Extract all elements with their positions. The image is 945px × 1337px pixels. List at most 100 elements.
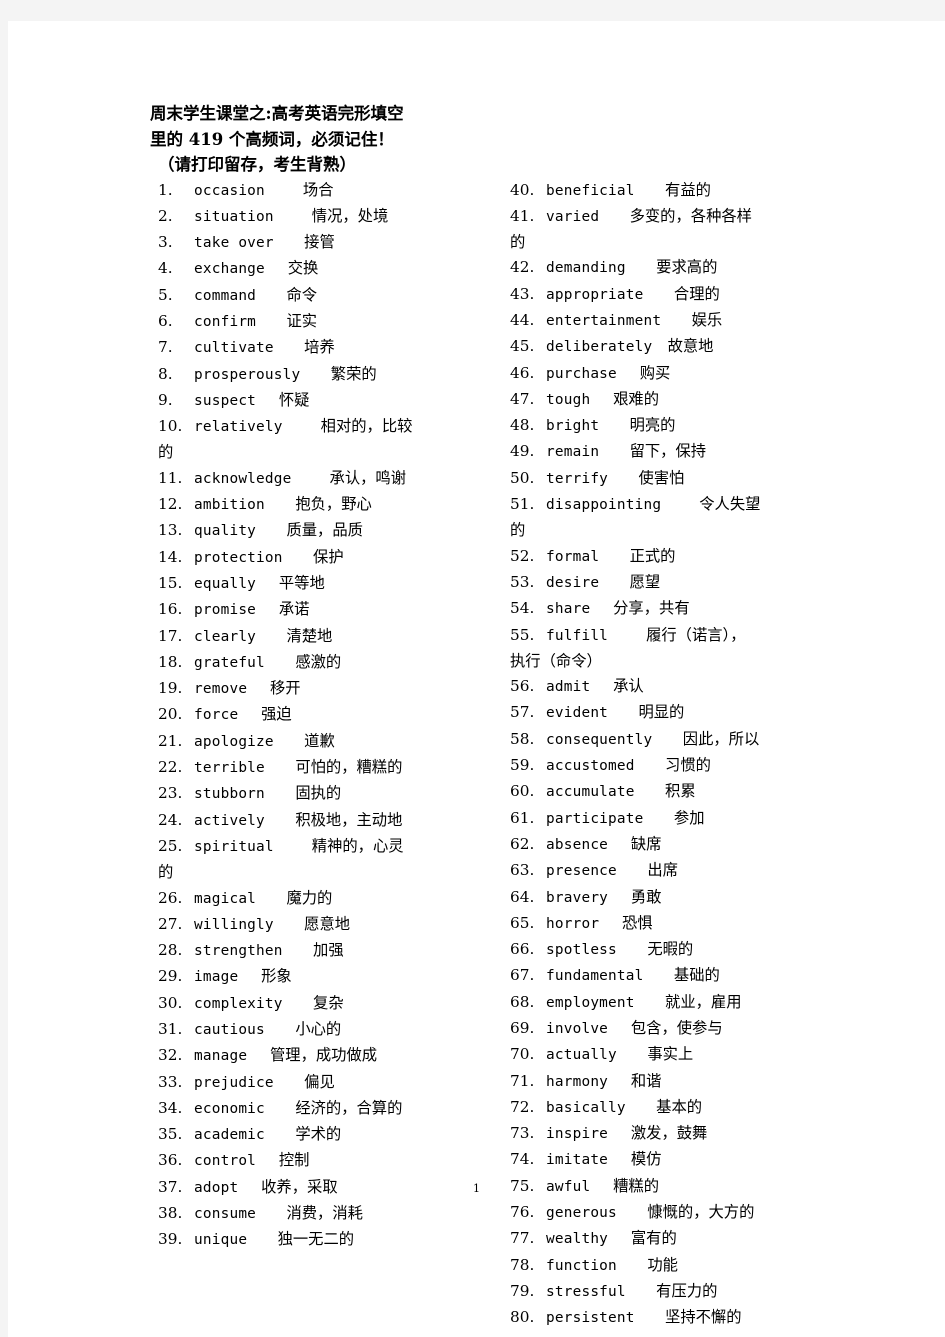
entry-word: acknowledge (194, 470, 292, 487)
entry-word: entertainment (546, 312, 662, 329)
entry-word: formal (546, 548, 600, 565)
vocabulary-entry: 5. command 命令 (158, 283, 488, 309)
vocabulary-entry: 73. inspire 激发，鼓舞 (510, 1121, 840, 1147)
entry-number: 14. (158, 547, 183, 566)
entry-meaning: 分享，共有 (613, 599, 690, 618)
vocabulary-entry: 54. share 分享，共有 (510, 596, 840, 622)
entry-meaning: 多变的，各种各样 (629, 206, 752, 225)
entry-meaning: 管理，成功做成 (269, 1046, 378, 1065)
entry-number: 33. (158, 1072, 183, 1091)
entry-meaning: 明显的 (638, 703, 685, 722)
entry-number: 9. (158, 390, 173, 409)
entry-meaning: 出席 (647, 861, 678, 880)
entry-number: 74. (510, 1150, 535, 1169)
entry-number: 72. (510, 1097, 535, 1116)
vocabulary-entry: 6. confirm 证实 (158, 309, 488, 335)
entry-word: take over (194, 235, 274, 252)
entry-meaning: 感激的 (295, 652, 342, 671)
entry-word: prejudice (194, 1074, 274, 1091)
entry-meaning: 情况，处境 (311, 206, 389, 225)
entry-word: equally (194, 575, 257, 592)
document-page: 周末学生课堂之:高考英语完形填空 里的 419 个高频词，必须记住！ （请打印留… (8, 21, 945, 1337)
entry-number: 42. (510, 258, 535, 277)
entry-number: 58. (510, 729, 535, 748)
entry-meaning: 娱乐 (691, 310, 723, 329)
vocabulary-entry: 31. cautious 小心的 (158, 1017, 488, 1043)
entry-meaning: 质量，品质 (286, 521, 363, 540)
entry-meaning: 加强 (313, 941, 344, 960)
vocabulary-entry: 50. terrify 使害怕 (510, 466, 840, 492)
entry-number: 43. (510, 284, 535, 303)
entry-number: 47. (510, 389, 535, 408)
vocabulary-entry: 58. consequently 因此，所以 (510, 727, 840, 753)
vocabulary-entry: 16. promise 承诺 (158, 597, 488, 623)
entry-meaning: 就业，雇用 (665, 992, 742, 1011)
entry-meaning: 故意地 (667, 337, 714, 356)
entry-meaning: 偏见 (304, 1072, 335, 1091)
entry-number: 39. (158, 1230, 183, 1249)
entry-meaning: 购买 (639, 363, 671, 382)
entry-meaning: 无暇的 (647, 940, 694, 959)
entry-meaning-continuation: 的 (158, 863, 174, 882)
entry-word: wealthy (546, 1231, 609, 1248)
entry-number: 38. (158, 1204, 183, 1223)
entry-meaning: 基本的 (656, 1097, 703, 1116)
entry-word: consequently (546, 731, 653, 748)
entry-word: exchange (194, 261, 265, 278)
entry-number: 12. (158, 495, 183, 514)
entry-word: accustomed (546, 758, 635, 775)
entry-word: terrible (194, 760, 265, 777)
entry-number: 51. (510, 495, 535, 514)
entry-word: consume (194, 1206, 257, 1223)
entry-number: 78. (510, 1255, 535, 1274)
vocabulary-entry: 38. consume 消费，消耗 (158, 1201, 488, 1227)
entry-meaning: 小心的 (295, 1020, 342, 1038)
entry-number: 5. (158, 285, 173, 304)
vocabulary-entry: 4. exchange 交换 (158, 256, 488, 282)
entry-number: 76. (510, 1203, 535, 1222)
entry-number: 4. (158, 259, 173, 278)
entry-meaning: 复杂 (313, 993, 344, 1012)
document-title: 周末学生课堂之:高考英语完形填空 里的 419 个高频词，必须记住！ （请打印留… (150, 101, 460, 178)
entry-number: 29. (158, 967, 183, 986)
entry-number: 50. (510, 468, 535, 487)
entry-meaning: 繁荣的 (330, 364, 377, 383)
entry-number: 60. (510, 782, 535, 801)
entry-word: stressful (546, 1283, 626, 1300)
entry-meaning: 清楚地 (286, 626, 333, 645)
vocabulary-entry: 40. beneficial 有益的 (510, 178, 840, 204)
vocabulary-entry: 79. stressful 有压力的 (510, 1279, 840, 1305)
entry-meaning: 抱负，野心 (295, 495, 372, 514)
entry-number: 19. (158, 679, 183, 698)
entry-meaning: 形象 (261, 967, 292, 986)
entry-meaning: 富有的 (630, 1229, 677, 1248)
entry-number: 13. (158, 521, 183, 540)
entry-word: basically (546, 1099, 626, 1116)
entry-number: 20. (158, 705, 183, 724)
entry-number: 63. (510, 861, 535, 880)
entry-meaning: 愿望 (629, 572, 661, 591)
entry-word: imitate (546, 1152, 609, 1169)
vocabulary-entry: 18. grateful 感激的 (158, 650, 488, 676)
entry-number: 40. (510, 180, 535, 199)
entry-meaning: 参加 (673, 808, 705, 827)
entry-word: evident (546, 705, 609, 722)
entry-word: unique (194, 1232, 248, 1249)
entry-meaning: 保护 (313, 547, 344, 566)
entry-number: 24. (158, 810, 183, 829)
entry-meaning: 交换 (287, 259, 319, 278)
entry-meaning: 因此，所以 (682, 729, 760, 748)
entry-meaning: 证实 (286, 311, 318, 330)
entry-meaning: 有压力的 (656, 1281, 718, 1300)
entry-word: remain (546, 444, 600, 461)
entry-word: prosperously (194, 366, 301, 383)
entry-meaning: 积累 (665, 782, 696, 801)
entry-word: complexity (194, 995, 283, 1012)
vocabulary-entry: 19. remove 移开 (158, 676, 488, 702)
vocabulary-entry: 57. evident 明显的 (510, 700, 840, 726)
entry-meaning: 控制 (278, 1151, 310, 1170)
entry-number: 1. (158, 180, 173, 199)
vocabulary-entry: 64. bravery 勇敢 (510, 885, 840, 911)
entry-meaning: 愿意地 (304, 914, 351, 933)
entry-word: quality (194, 523, 257, 540)
